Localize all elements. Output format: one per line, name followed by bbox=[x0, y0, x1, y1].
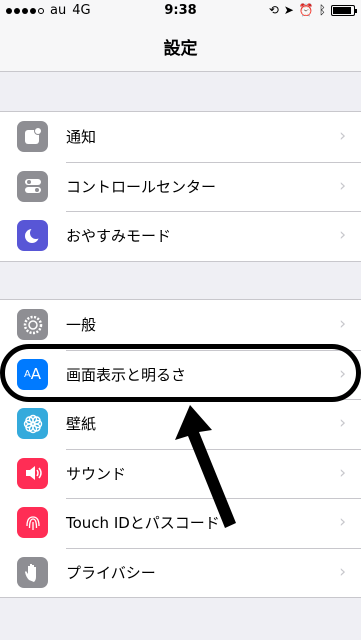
chevron-right-icon: › bbox=[339, 512, 346, 532]
settings-row-do-not-disturb[interactable]: おやすみモード › bbox=[0, 211, 361, 261]
wallpaper-icon bbox=[17, 408, 48, 439]
moon-icon bbox=[17, 220, 48, 251]
row-label: 画面表示と明るさ bbox=[66, 365, 187, 384]
row-label: 一般 bbox=[66, 316, 97, 334]
chevron-right-icon: › bbox=[339, 413, 346, 433]
hand-icon bbox=[17, 556, 48, 588]
chevron-right-icon: › bbox=[339, 363, 346, 384]
settings-row-general[interactable]: 一般 › bbox=[0, 300, 361, 350]
row-label: 通知 bbox=[66, 128, 97, 146]
chevron-right-icon: › bbox=[339, 314, 346, 334]
row-label: 壁紙 bbox=[66, 415, 97, 433]
status-bar: au 4G 9:38 ⟲ ➤ ⏰ ᛒ bbox=[0, 0, 361, 22]
settings-row-display-brightness[interactable]: AA 画面表示と明るさ › bbox=[0, 349, 361, 400]
settings-row-touch-id-passcode[interactable]: Touch IDとパスコード › bbox=[0, 498, 361, 548]
fingerprint-icon bbox=[17, 507, 48, 538]
settings-group-2: 一般 › AA 画面表示と明るさ › 壁紙 › サウンド › Touch IDと… bbox=[0, 299, 361, 598]
settings-row-sounds[interactable]: サウンド › bbox=[0, 448, 361, 499]
chevron-right-icon: › bbox=[339, 175, 346, 196]
navigation-bar: 設定 bbox=[0, 22, 361, 72]
rotation-lock-icon: ⟲ bbox=[268, 3, 279, 17]
row-label: サウンド bbox=[66, 464, 127, 483]
chevron-right-icon: › bbox=[339, 462, 346, 483]
notifications-icon bbox=[17, 121, 48, 152]
status-right: ⟲ ➤ ⏰ ᛒ bbox=[268, 3, 357, 17]
row-label: おやすみモード bbox=[66, 227, 172, 245]
speaker-icon bbox=[17, 457, 48, 489]
settings-row-privacy[interactable]: プライバシー › bbox=[0, 547, 361, 598]
chevron-right-icon: › bbox=[339, 561, 346, 582]
location-icon: ➤ bbox=[283, 3, 294, 17]
row-label: プライバシー bbox=[66, 563, 156, 582]
row-label: Touch IDとパスコード bbox=[66, 514, 220, 532]
display-brightness-icon: AA bbox=[17, 358, 48, 390]
settings-row-wallpaper[interactable]: 壁紙 › bbox=[0, 399, 361, 449]
alarm-icon: ⏰ bbox=[298, 3, 314, 17]
settings-row-notifications[interactable]: 通知 › bbox=[0, 112, 361, 162]
bluetooth-icon: ᛒ bbox=[318, 3, 326, 17]
battery-icon bbox=[331, 4, 357, 16]
chevron-right-icon: › bbox=[339, 225, 346, 245]
control-center-icon bbox=[17, 170, 48, 202]
page-title: 設定 bbox=[163, 39, 198, 59]
settings-group-1: 通知 › コントロールセンター › おやすみモード › bbox=[0, 111, 361, 262]
gear-icon bbox=[17, 309, 48, 340]
row-label: コントロールセンター bbox=[66, 177, 217, 196]
settings-row-control-center[interactable]: コントロールセンター › bbox=[0, 161, 361, 212]
chevron-right-icon: › bbox=[339, 126, 346, 146]
